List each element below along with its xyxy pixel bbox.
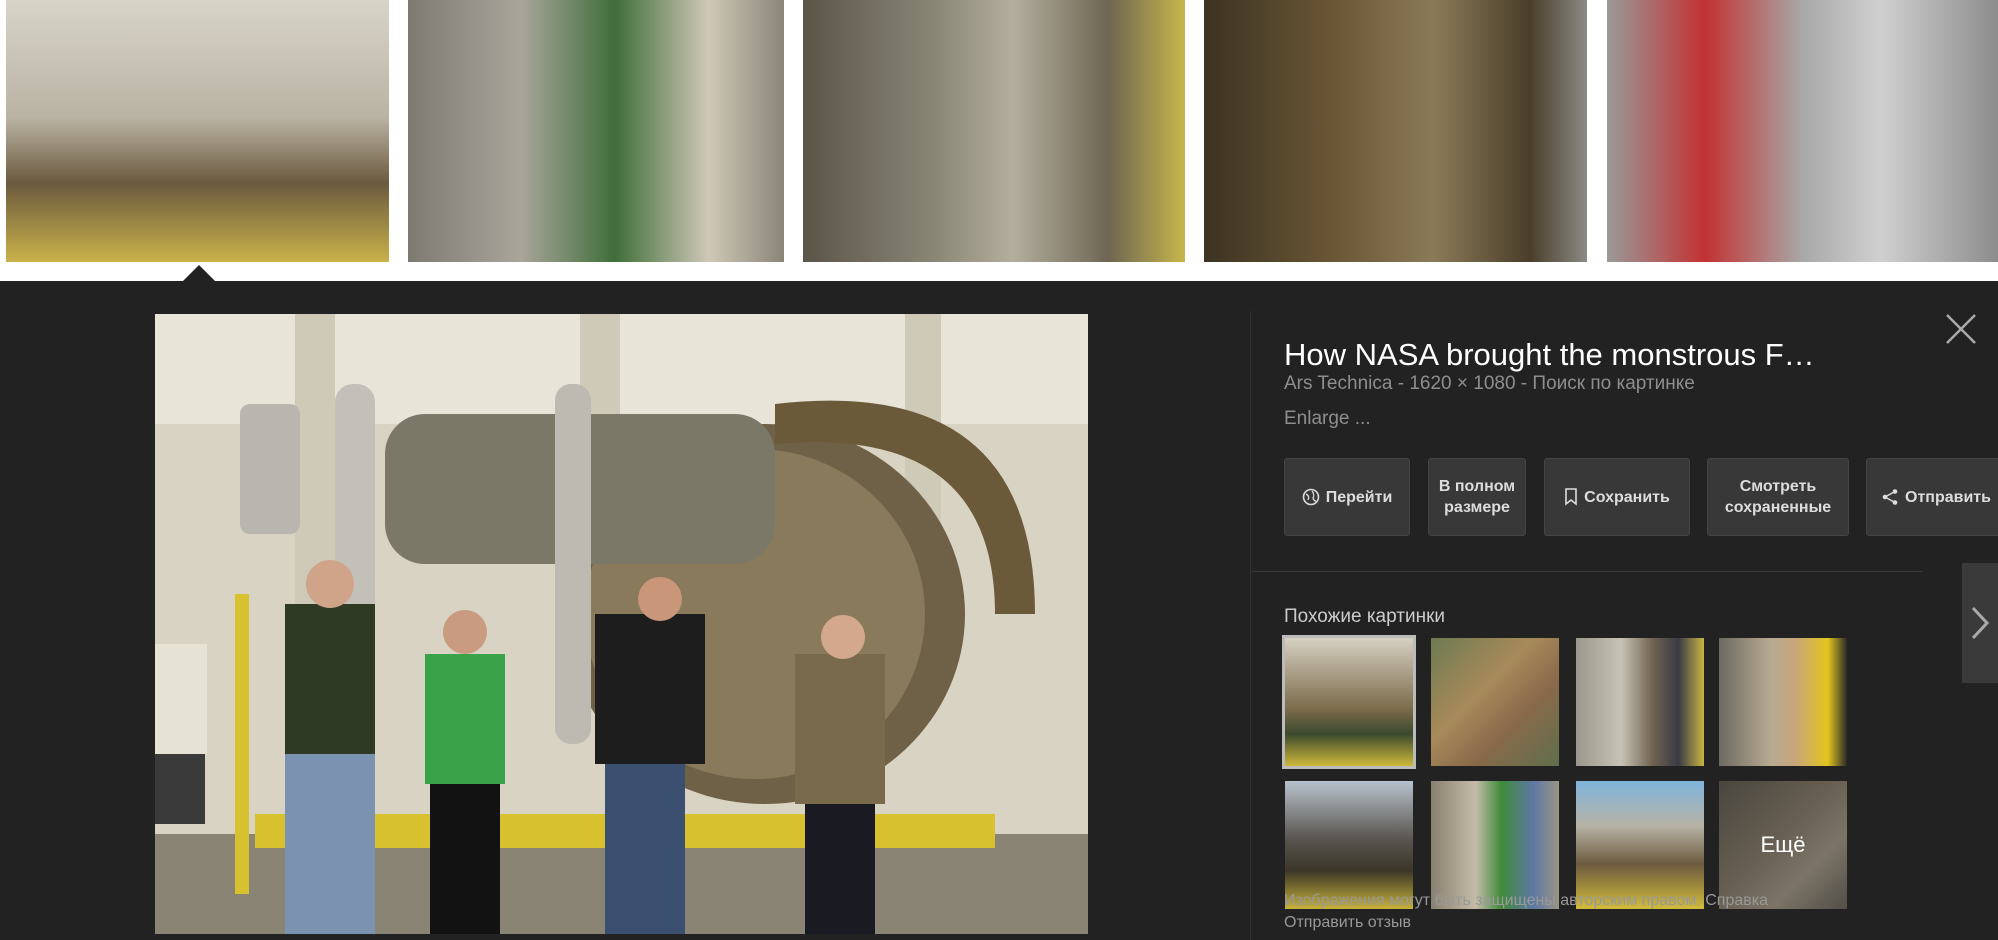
- view-saved-button[interactable]: Смотреть сохраненные: [1707, 458, 1849, 536]
- selected-thumbnail-pointer: [183, 265, 215, 281]
- close-icon: [1946, 314, 1976, 344]
- visit-button[interactable]: Перейти: [1284, 458, 1410, 536]
- section-divider: [1252, 571, 1922, 572]
- image-size: 1620 × 1080: [1409, 373, 1516, 394]
- image-description: Enlarge ...: [1284, 408, 1371, 429]
- result-thumbnail-1[interactable]: [6, 0, 389, 262]
- result-thumbnail-4[interactable]: [1204, 0, 1587, 262]
- search-by-image-link[interactable]: Поиск по картинке: [1532, 373, 1694, 394]
- copyright-notice: Изображения могут быть защищены авторски…: [1284, 892, 1768, 909]
- similar-image-7[interactable]: [1576, 781, 1704, 909]
- thumbnail-strip: [0, 0, 1998, 281]
- bookmark-icon: [1565, 488, 1577, 506]
- source-name[interactable]: Ars Technica: [1284, 373, 1392, 394]
- help-link[interactable]: Справка: [1705, 892, 1768, 909]
- similar-image-5[interactable]: [1285, 781, 1413, 909]
- result-thumbnail-5[interactable]: [1607, 0, 1998, 262]
- chevron-right-icon: [1971, 606, 1990, 640]
- globe-icon: [1302, 488, 1320, 506]
- main-preview-image[interactable]: [155, 314, 1088, 934]
- similar-image-6[interactable]: [1431, 781, 1559, 909]
- more-similar-label: Ещё: [1719, 781, 1847, 909]
- share-button[interactable]: Отправить: [1866, 458, 1998, 536]
- image-meta: Ars Technica - 1620 × 1080 - Поиск по ка…: [1284, 373, 1695, 394]
- panel-divider: [1250, 311, 1251, 940]
- feedback-link[interactable]: Отправить отзыв: [1284, 914, 1411, 932]
- save-button[interactable]: Сохранить: [1544, 458, 1690, 536]
- similar-image-2[interactable]: [1431, 638, 1559, 766]
- result-thumbnail-3[interactable]: [803, 0, 1185, 262]
- result-thumbnail-2[interactable]: [408, 0, 784, 262]
- image-title[interactable]: How NASA brought the monstrous F…: [1284, 337, 1904, 373]
- similar-image-8[interactable]: Ещё: [1719, 781, 1847, 909]
- close-button[interactable]: [1943, 311, 1979, 347]
- next-image-button[interactable]: [1962, 563, 1998, 683]
- similar-image-3[interactable]: [1576, 638, 1704, 766]
- share-icon: [1882, 489, 1898, 505]
- rocket-engine-photo: [155, 314, 1088, 934]
- full-size-button[interactable]: В полном размере: [1428, 458, 1526, 536]
- similar-images-heading: Похожие картинки: [1284, 606, 1445, 627]
- preview-panel: How NASA brought the monstrous F… Ars Te…: [0, 281, 1998, 940]
- similar-image-4[interactable]: [1719, 638, 1847, 766]
- similar-image-1[interactable]: [1282, 635, 1416, 769]
